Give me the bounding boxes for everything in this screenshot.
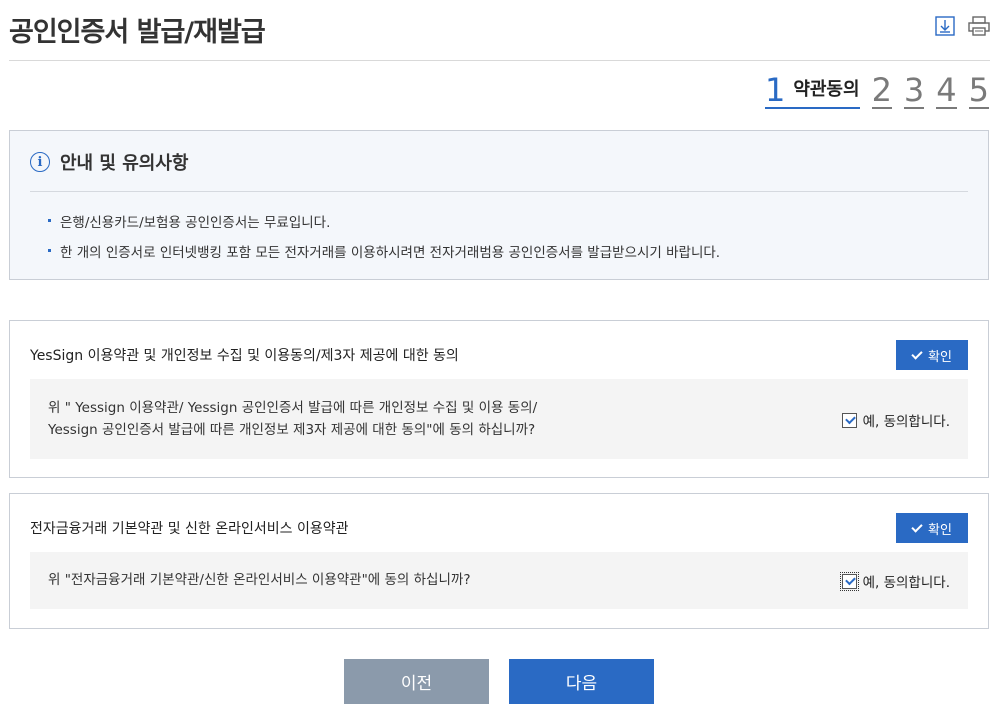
agree-checkbox-shinhan[interactable]: 예, 동의합니다. <box>839 571 950 591</box>
agreement-question-box: 위 "전자금융거래 기본약관/신한 온라인서비스 이용약관"에 동의 하십니까?… <box>30 552 968 609</box>
view-terms-button[interactable]: 확인 <box>896 340 968 370</box>
step-1-active: 1 약관동의 <box>764 71 860 109</box>
view-terms-label: 확인 <box>928 522 952 538</box>
notice-panel: i 안내 및 유의사항 은행/신용카드/보험용 공인인증서는 무료입니다. 한 … <box>9 130 989 280</box>
notice-item: 은행/신용카드/보험용 공인인증서는 무료입니다. <box>48 211 720 241</box>
checkbox-checked[interactable] <box>841 412 857 428</box>
page-title: 공인인증서 발급/재발급 <box>9 17 266 48</box>
step-3: 3 <box>903 71 925 109</box>
agreement-question-box: 위 " Yessign 이용약관/ Yessign 공인인증서 발급에 따른 개… <box>30 379 968 459</box>
notice-list: 은행/신용카드/보험용 공인인증서는 무료입니다. 한 개의 인증서로 인터넷뱅… <box>48 211 720 271</box>
agreement-title: 전자금융거래 기본약관 및 신한 온라인서비스 이용약관 <box>30 521 349 537</box>
step-number: 1 <box>764 71 786 109</box>
step-indicator: 1 약관동의 2 3 4 5 <box>764 71 989 109</box>
next-button[interactable]: 다음 <box>509 659 654 704</box>
agreement-yessign: YesSign 이용약관 및 개인정보 수집 및 이용동의/제3자 제공에 대한… <box>9 320 989 478</box>
agreement-question: 위 " Yessign 이용약관/ Yessign 공인인증서 발급에 따른 개… <box>48 397 537 441</box>
question-line: Yessign 공인인증서 발급에 따른 개인정보 제3자 제공에 대한 동의"… <box>48 422 536 438</box>
agree-checkbox-yessign[interactable]: 예, 동의합니다. <box>841 410 950 430</box>
step-label: 약관동의 <box>793 79 860 100</box>
check-icon <box>911 347 923 360</box>
view-terms-button[interactable]: 확인 <box>896 513 968 543</box>
agreement-title: YesSign 이용약관 및 개인정보 수집 및 이용동의/제3자 제공에 대한… <box>30 348 459 364</box>
agree-label: 예, 동의합니다. <box>862 414 950 430</box>
notice-divider <box>30 191 968 192</box>
notice-header: i 안내 및 유의사항 <box>30 149 188 175</box>
view-terms-label: 확인 <box>928 349 952 365</box>
step-4: 4 <box>936 71 957 109</box>
step-5: 5 <box>968 71 989 109</box>
prev-button[interactable]: 이전 <box>344 659 489 704</box>
checkbox-checked[interactable] <box>839 571 859 591</box>
notice-title: 안내 및 유의사항 <box>60 153 189 174</box>
question-line: 위 " Yessign 이용약관/ Yessign 공인인증서 발급에 따른 개… <box>48 400 538 416</box>
title-divider <box>9 60 990 61</box>
info-icon: i <box>30 152 50 172</box>
agreement-question: 위 "전자금융거래 기본약관/신한 온라인서비스 이용약관"에 동의 하십니까? <box>48 572 471 588</box>
save-icon[interactable] <box>935 16 955 36</box>
print-icon[interactable] <box>968 16 990 36</box>
step-2: 2 <box>871 71 892 109</box>
notice-item: 한 개의 인증서로 인터넷뱅킹 포함 모든 전자거래를 이용하시려면 전자거래범… <box>48 241 720 271</box>
agree-label: 예, 동의합니다. <box>862 575 950 591</box>
agreement-shinhan: 전자금융거래 기본약관 및 신한 온라인서비스 이용약관 확인 위 "전자금융거… <box>9 493 989 629</box>
check-icon <box>911 520 923 533</box>
